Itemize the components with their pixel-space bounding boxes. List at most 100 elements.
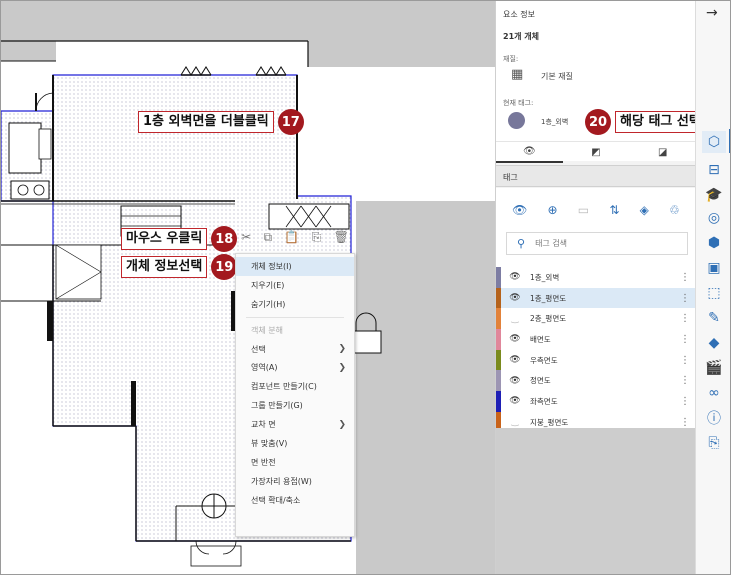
menu-item-zoom-selection[interactable]: 선택 확대/축소 bbox=[236, 491, 354, 510]
materials-icon[interactable]: ◎ bbox=[702, 207, 726, 229]
default-tray: 요소 정보 21개 개체 재질: ▦ 기본 재질 현재 태그: 1층_외벽 👁 … bbox=[495, 1, 706, 574]
tag-row[interactable]: 👁 좌측면도 ⋮ bbox=[496, 391, 696, 412]
tag-row[interactable]: 👁 우측면도 ⋮ bbox=[496, 349, 696, 371]
more-icon[interactable]: ⋮ bbox=[680, 355, 690, 366]
panel-title: 요소 정보 bbox=[503, 10, 535, 19]
solid-tools-icon[interactable]: ▣ bbox=[702, 257, 726, 279]
entity-info-icon[interactable]: ⬡ bbox=[702, 131, 726, 153]
tag-paint-icon[interactable]: ◈ bbox=[640, 203, 649, 217]
menu-item-make-group[interactable]: 그룹 만들기(G) bbox=[236, 396, 354, 415]
submenu-arrow-icon: ❯ bbox=[338, 362, 346, 373]
eye-hidden-icon[interactable]: ‿ bbox=[506, 417, 524, 427]
callout-20-badge: 20 bbox=[585, 109, 611, 135]
callout-17: 1층 외벽면을 더블클릭 17 bbox=[138, 109, 304, 135]
eye-hidden-icon[interactable]: ‿ bbox=[506, 314, 524, 324]
material-swatch-icon[interactable]: ▦ bbox=[511, 67, 523, 82]
menu-separator bbox=[246, 316, 344, 318]
menu-item-intersect-faces[interactable]: 교차 면 ❯ bbox=[236, 415, 354, 434]
visibility-tab-icon[interactable]: 👁 bbox=[496, 142, 563, 163]
tags-panel-header[interactable]: 태그 bbox=[496, 165, 696, 187]
soften-icon[interactable]: ◆ bbox=[702, 332, 726, 354]
tag-row[interactable]: 👁 정면도 ⋮ bbox=[496, 370, 696, 392]
eye-icon[interactable]: 👁 bbox=[506, 272, 524, 282]
more-icon[interactable]: ⋮ bbox=[680, 334, 690, 345]
callout-18-badge: 18 bbox=[211, 226, 238, 252]
menu-item-align-view[interactable]: 뷰 맞춤(V) bbox=[236, 434, 354, 453]
eraser-tab-icon[interactable]: ◪ bbox=[629, 142, 696, 163]
context-menu: 개체 정보(I) 지우기(E) 숨기기(H) 객체 분해 선택 ❯ 영역(A) ❯ … bbox=[235, 253, 355, 537]
material-value: 기본 재질 bbox=[541, 72, 573, 81]
eye-icon[interactable]: 👁 bbox=[506, 355, 524, 365]
folder-icon[interactable]: ▭ bbox=[578, 203, 589, 217]
menu-item-erase[interactable]: 지우기(E) bbox=[236, 276, 354, 295]
menu-item-hide[interactable]: 숨기기(H) bbox=[236, 295, 354, 314]
info-icon[interactable]: ⓘ bbox=[702, 407, 726, 429]
callout-17-text: 1층 외벽면을 더블클릭 bbox=[138, 111, 274, 133]
submenu-arrow-icon: ❯ bbox=[338, 344, 346, 354]
tag-color-bar bbox=[496, 370, 501, 392]
menu-item-reverse-faces[interactable]: 면 반전 bbox=[236, 453, 354, 472]
callout-18-text: 마우스 우클릭 bbox=[121, 228, 208, 250]
more-icon[interactable]: ⋮ bbox=[680, 417, 690, 428]
tag-color-bar bbox=[496, 267, 501, 288]
more-icon[interactable]: ⋮ bbox=[680, 313, 690, 324]
collapse-arrow-icon[interactable]: → bbox=[706, 5, 718, 21]
tags-title: 태그 bbox=[503, 173, 518, 182]
tag-list: 👁 1층_외벽 ⋮ 👁 1층_평면도 ⋮ ‿ 2층_평면도 ⋮ 👁 배면도 ⋮ 👁 우측면도 ⋮ 👁… bbox=[496, 267, 696, 433]
tag-search-field[interactable]: ⚲ bbox=[506, 232, 688, 255]
tags-icon[interactable]: ✎ bbox=[702, 307, 726, 329]
scenes-icon[interactable]: 🎬 bbox=[702, 357, 726, 379]
paste-in-place-icon[interactable]: ⎘ bbox=[312, 230, 322, 245]
menu-item-weld-edges[interactable]: 가장자리 용접(W) bbox=[236, 472, 354, 491]
more-icon[interactable]: ⋮ bbox=[680, 272, 690, 283]
drawing-canvas[interactable]: 1층 외벽면을 더블클릭 17 마우스 우클릭 18 개체 정보선택 19 ✂ … bbox=[1, 1, 495, 574]
menu-item-area[interactable]: 영역(A) ❯ bbox=[236, 358, 354, 377]
layers-tab-icon[interactable]: ◩ bbox=[563, 142, 630, 163]
styles-icon[interactable]: ⬚ bbox=[702, 282, 726, 304]
paste-icon[interactable]: 📋 bbox=[284, 230, 299, 244]
material-label: 재질: bbox=[503, 55, 519, 63]
menu-item-make-component[interactable]: 컴포넌트 만들기(C) bbox=[236, 377, 354, 396]
export-icon[interactable]: ⎘ bbox=[702, 432, 726, 454]
entity-info-panel: 요소 정보 21개 개체 재질: ▦ 기본 재질 현재 태그: 1층_외벽 👁 … bbox=[496, 1, 696, 163]
tags-panel: 👁 ⊕ ▭ ⇅ ◈ ♲ ⚲ 👁1층_외벽⋮ 👁1층_평면도⋮ ‿2층_평면도⋮ … bbox=[496, 188, 696, 433]
tag-row[interactable]: 👁 1층_평면도 ⋮ bbox=[496, 287, 696, 309]
eye-icon[interactable]: 👁 bbox=[506, 376, 524, 386]
tag-search-input[interactable] bbox=[535, 239, 676, 248]
callout-20: 20 해당 태그 선택 bbox=[585, 109, 706, 135]
callout-17-badge: 17 bbox=[277, 109, 304, 135]
cut-icon[interactable]: ✂ bbox=[241, 230, 251, 244]
more-icon[interactable]: ⋮ bbox=[680, 375, 690, 386]
eye-icon[interactable]: 👁 bbox=[512, 203, 527, 217]
delete-icon[interactable]: 🗑 bbox=[334, 230, 349, 244]
callout-19: 개체 정보선택 19 bbox=[121, 254, 238, 280]
app-window: 1층 외벽면을 더블클릭 17 마우스 우클릭 18 개체 정보선택 19 ✂ … bbox=[0, 0, 731, 575]
menu-item-explode: 객체 분해 bbox=[251, 325, 283, 335]
entity-info-tabs: 👁 ◩ ◪ bbox=[496, 141, 696, 163]
components-icon[interactable]: ⬢ bbox=[702, 232, 726, 254]
more-icon[interactable]: ⋮ bbox=[680, 293, 690, 304]
menu-item-select[interactable]: 선택 ❯ bbox=[236, 340, 354, 359]
tag-label: 현재 태그: bbox=[503, 99, 534, 107]
eye-icon[interactable]: 👁 bbox=[506, 334, 524, 344]
tag-dropdown[interactable]: 1층_외벽 bbox=[541, 117, 568, 127]
tag-row[interactable]: ‿ 2층_평면도 ⋮ bbox=[496, 308, 696, 330]
tag-color-bar bbox=[496, 391, 501, 412]
instructor-icon[interactable]: 🎓 bbox=[702, 184, 726, 206]
shadows-icon[interactable]: ∞ bbox=[702, 382, 726, 404]
eye-icon[interactable]: 👁 bbox=[506, 396, 524, 406]
outliner-icon[interactable]: ⊟ bbox=[702, 159, 726, 181]
purge-icon[interactable]: ♲ bbox=[669, 203, 680, 217]
copy-icon[interactable]: ⧉ bbox=[264, 230, 273, 245]
object-count: 21개 개체 bbox=[503, 32, 539, 41]
eye-icon[interactable]: 👁 bbox=[506, 293, 524, 303]
tag-color-bar bbox=[496, 308, 501, 330]
tag-row[interactable]: 👁 배면도 ⋮ bbox=[496, 329, 696, 350]
tag-row[interactable]: 👁 1층_외벽 ⋮ bbox=[496, 267, 696, 288]
more-icon[interactable]: ⋮ bbox=[680, 396, 690, 407]
sort-az-icon[interactable]: ⇅ bbox=[609, 203, 619, 217]
tag-color-swatch bbox=[508, 112, 525, 129]
tags-toolbar: 👁 ⊕ ▭ ⇅ ◈ ♲ bbox=[496, 200, 696, 220]
menu-item-entity-info[interactable]: 개체 정보(I) bbox=[236, 257, 354, 276]
add-tag-icon[interactable]: ⊕ bbox=[548, 203, 558, 217]
